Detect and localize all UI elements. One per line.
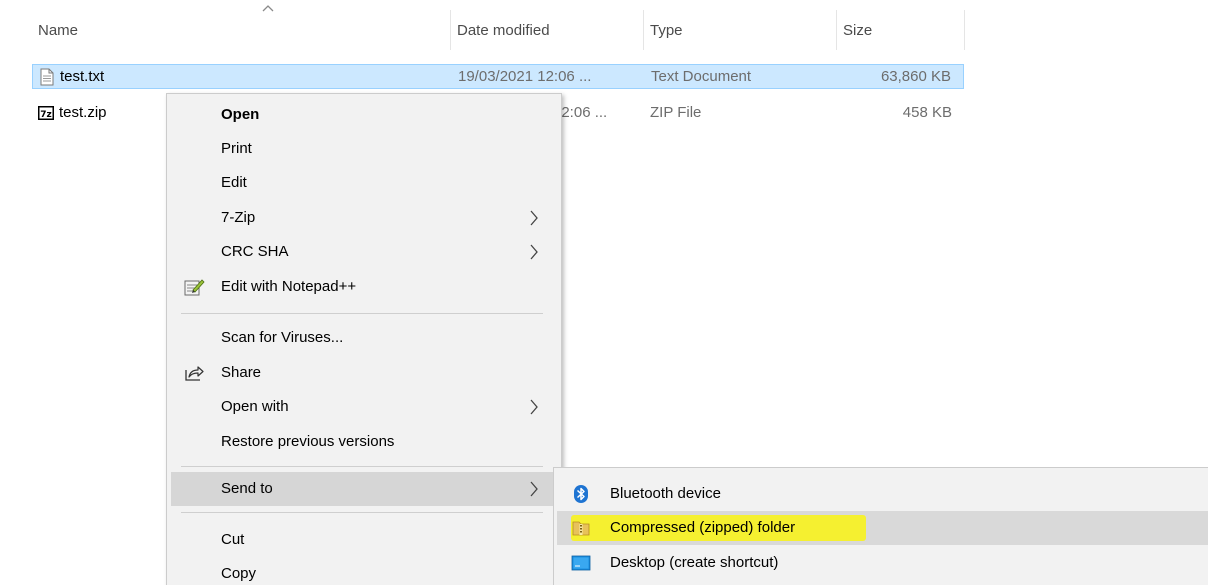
submenu-item-bluetooth[interactable]: Bluetooth device <box>557 477 1208 511</box>
submenu-item-label: Bluetooth device <box>610 485 721 502</box>
submenu-item-desktop-shortcut[interactable]: Desktop (create shortcut) <box>557 546 1208 580</box>
column-name-label: Name <box>38 22 79 39</box>
file-name: test.zip <box>59 104 107 121</box>
menu-item-share[interactable]: Share <box>171 356 557 390</box>
file-row[interactable]: test.txt 19/03/2021 12:06 ... Text Docum… <box>32 64 964 89</box>
text-file-icon <box>40 68 54 86</box>
file-size: 458 KB <box>902 104 952 121</box>
column-type[interactable]: Type <box>644 0 836 50</box>
column-date-label: Date modified <box>457 22 550 39</box>
column-date-modified[interactable]: Date modified <box>451 0 643 50</box>
context-menu: Open Print Edit 7-Zip CRC SHA Edit with … <box>166 93 562 585</box>
column-header: Name Date modified Type Size <box>0 0 966 50</box>
file-type: ZIP File <box>650 104 702 121</box>
menu-item-7zip[interactable]: 7-Zip <box>171 201 557 235</box>
notepad-plus-plus-icon <box>184 279 205 296</box>
menu-item-restore-versions[interactable]: Restore previous versions <box>171 425 557 459</box>
chevron-right-icon <box>530 210 538 226</box>
svg-text:7z: 7z <box>40 110 52 120</box>
file-date: 19/03/2021 12:06 ... <box>458 68 592 85</box>
menu-item-copy[interactable]: Copy <box>171 557 557 585</box>
bluetooth-icon <box>574 485 588 503</box>
explorer-window: Name Date modified Type Size test.txt 19… <box>0 0 1208 585</box>
sort-up-icon <box>262 5 274 12</box>
menu-item-scan-viruses[interactable]: Scan for Viruses... <box>171 321 557 355</box>
menu-separator <box>181 466 543 467</box>
menu-item-label: Scan for Viruses... <box>221 329 344 346</box>
chevron-right-icon <box>530 244 538 260</box>
share-icon <box>185 366 204 381</box>
menu-item-label: Edit with Notepad++ <box>221 278 357 295</box>
file-size: 63,860 KB <box>880 68 951 85</box>
desktop-icon <box>571 555 591 571</box>
submenu-item-compressed-folder[interactable]: Compressed (zipped) folder <box>557 511 1208 545</box>
send-to-submenu: Bluetooth device Compressed (zipped) fol… <box>553 467 1208 585</box>
menu-item-send-to[interactable]: Send to <box>171 472 557 506</box>
menu-item-label: Share <box>221 364 262 381</box>
menu-item-label: Edit <box>221 174 247 191</box>
column-name[interactable]: Name <box>32 0 450 50</box>
file-type: Text Document <box>651 68 752 85</box>
menu-item-label: Restore previous versions <box>221 433 395 450</box>
menu-item-print[interactable]: Print <box>171 132 557 166</box>
column-size[interactable]: Size <box>837 0 965 50</box>
chevron-right-icon <box>530 399 538 415</box>
menu-item-label: Print <box>221 140 252 157</box>
menu-item-label: CRC SHA <box>221 243 289 260</box>
menu-item-open[interactable]: Open <box>171 98 557 132</box>
menu-item-label: Cut <box>221 531 245 548</box>
menu-item-label: Copy <box>221 565 257 582</box>
file-name: test.txt <box>60 68 105 85</box>
chevron-right-icon <box>530 481 538 497</box>
menu-item-edit[interactable]: Edit <box>171 166 557 200</box>
menu-item-edit-notepadpp[interactable]: Edit with Notepad++ <box>171 270 557 304</box>
menu-item-label: Send to <box>221 480 273 497</box>
menu-item-open-with[interactable]: Open with <box>171 390 557 424</box>
column-separator[interactable] <box>964 10 965 50</box>
zip-folder-icon <box>572 521 590 536</box>
menu-item-label: Open <box>221 106 260 123</box>
menu-separator <box>181 512 543 513</box>
column-type-label: Type <box>650 22 683 39</box>
menu-item-label: Open with <box>221 398 289 415</box>
submenu-item-label: Compressed (zipped) folder <box>610 519 796 536</box>
column-size-label: Size <box>843 22 873 39</box>
menu-item-cut[interactable]: Cut <box>171 523 557 557</box>
menu-item-crc-sha[interactable]: CRC SHA <box>171 235 557 269</box>
menu-item-label: 7-Zip <box>221 209 256 226</box>
7zip-icon: 7z <box>38 106 54 120</box>
menu-separator <box>181 313 543 314</box>
submenu-item-label: Desktop (create shortcut) <box>610 554 779 571</box>
